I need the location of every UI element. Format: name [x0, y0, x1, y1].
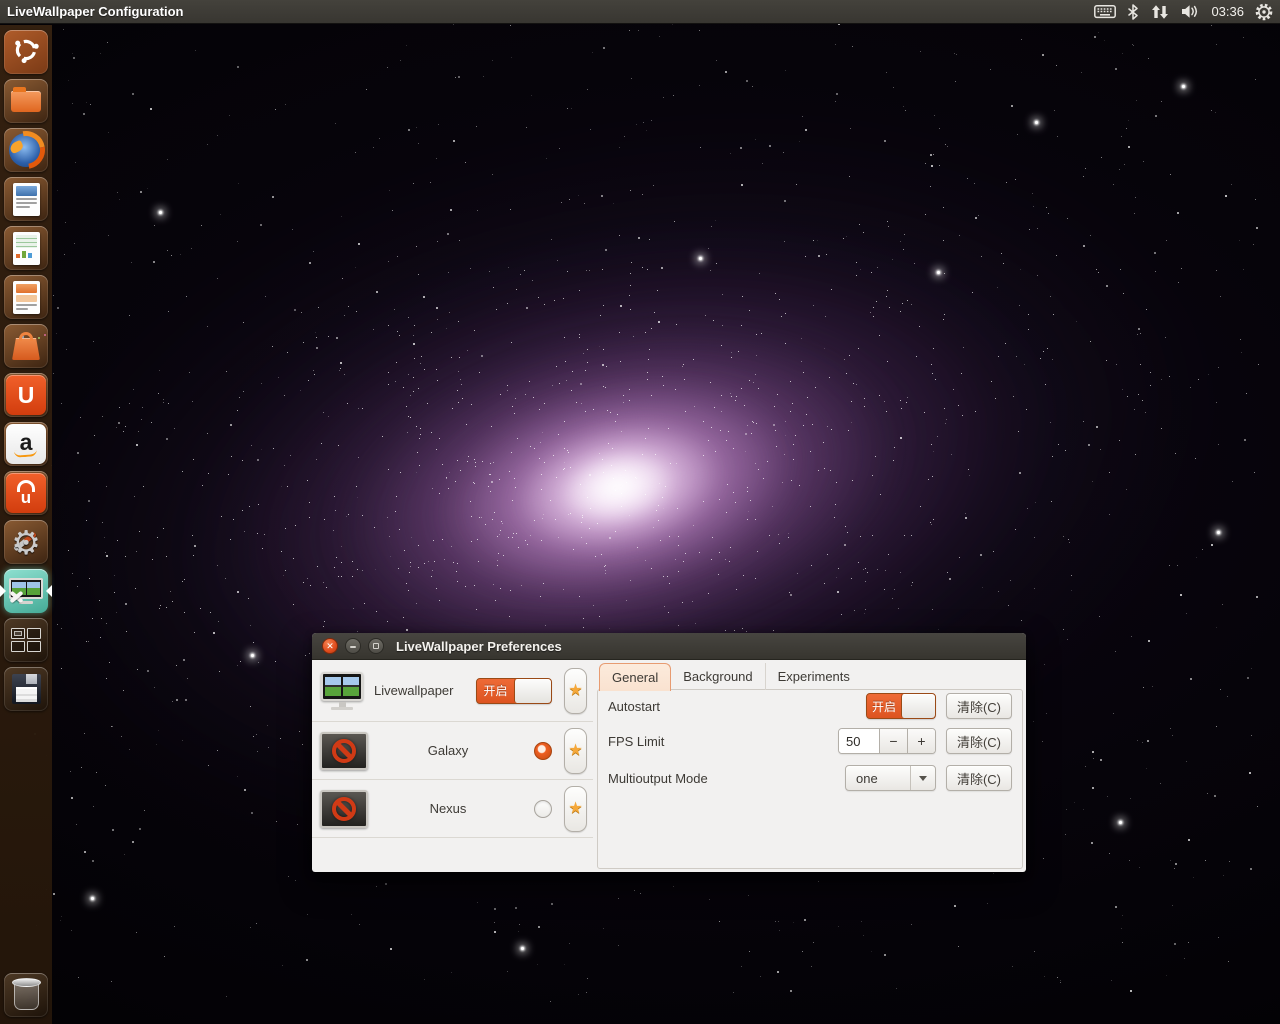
autostart-label: Autostart: [608, 693, 660, 719]
fps-limit-clear-button[interactable]: 清除(C): [946, 728, 1012, 754]
firefox-icon: [9, 133, 43, 167]
favorite-button[interactable]: [564, 786, 587, 832]
ubuntu-dash-icon: [11, 35, 41, 70]
trash-icon: [14, 981, 39, 1010]
clock[interactable]: 03:36: [1211, 4, 1244, 19]
tab-experiments[interactable]: Experiments: [765, 663, 862, 690]
launcher-item-livewallpaper[interactable]: [3, 568, 49, 614]
libreoffice-calc-icon: [13, 232, 40, 265]
unity-launcher: U a u ⚙: [0, 25, 52, 1024]
nexus-thumbnail-icon: [320, 790, 368, 828]
system-settings-gear-icon: ⚙: [11, 526, 41, 559]
plugin-label: Galaxy: [368, 743, 528, 758]
dropdown-value: one: [846, 771, 910, 786]
launcher-item-impress[interactable]: [3, 274, 49, 320]
plugin-label: Nexus: [368, 801, 528, 816]
list-row-livewallpaper[interactable]: Livewallpaper 开启: [312, 660, 593, 722]
autostart-clear-button[interactable]: 清除(C): [946, 693, 1012, 719]
livewallpaper-icon: [9, 578, 43, 604]
multioutput-mode-label: Multioutput Mode: [608, 765, 708, 791]
launcher-item-floppy-volume[interactable]: [3, 666, 49, 712]
list-row-nexus[interactable]: Nexus: [312, 780, 593, 838]
launcher-item-dash-home[interactable]: [3, 29, 49, 75]
files-icon: [11, 91, 41, 112]
multioutput-mode-dropdown[interactable]: one: [845, 765, 936, 791]
galaxy-thumbnail-icon: [320, 732, 368, 770]
minimize-button[interactable]: [345, 638, 361, 654]
spinner-plus-button[interactable]: +: [907, 729, 935, 753]
running-arrow-icon: [0, 585, 6, 597]
launcher-item-workspace-switcher[interactable]: [3, 617, 49, 663]
launcher-item-calc[interactable]: [3, 225, 49, 271]
libreoffice-writer-icon: [13, 183, 40, 216]
plugin-list: Livewallpaper 开启 Galaxy Nexus: [312, 660, 593, 872]
launcher-item-music-store[interactable]: u: [3, 470, 49, 516]
livewallpaper-preferences-window: LiveWallpaper Preferences Livewallpaper …: [312, 633, 1026, 872]
tab-general[interactable]: General: [599, 663, 671, 691]
launcher-item-firefox[interactable]: [3, 127, 49, 173]
autostart-toggle[interactable]: 开启: [866, 693, 936, 719]
launcher-item-ubuntu-one[interactable]: U: [3, 372, 49, 418]
floppy-volume-icon: [12, 674, 41, 704]
toggle-knob: [514, 679, 551, 703]
launcher-item-files[interactable]: [3, 78, 49, 124]
plugin-main-label: Livewallpaper: [374, 683, 454, 698]
galaxy-radio[interactable]: [534, 742, 552, 760]
libreoffice-impress-icon: [13, 281, 40, 314]
favorite-button[interactable]: [564, 668, 587, 714]
star-icon: [568, 743, 582, 759]
ubuntu-one-music-icon: u: [6, 473, 46, 513]
top-panel: LiveWallpaper Configuration 03:36: [0, 0, 1280, 24]
launcher-item-system-settings[interactable]: ⚙: [3, 519, 49, 565]
chevron-down-icon: [911, 771, 935, 785]
keyboard-icon[interactable]: [1094, 4, 1116, 19]
volume-icon[interactable]: [1181, 4, 1200, 19]
launcher-item-trash[interactable]: [3, 972, 49, 1018]
launcher-item-writer[interactable]: [3, 176, 49, 222]
launcher-item-software-center[interactable]: [3, 323, 49, 369]
tab-background[interactable]: Background: [671, 663, 764, 690]
livewallpaper-thumbnail-icon: [320, 671, 364, 711]
indicator-tray: 03:36: [1094, 3, 1273, 21]
software-center-icon: [12, 332, 40, 360]
livewallpaper-enable-toggle[interactable]: 开启: [476, 678, 552, 704]
dialog-titlebar[interactable]: LiveWallpaper Preferences: [312, 633, 1026, 660]
multioutput-clear-button[interactable]: 清除(C): [946, 765, 1012, 791]
close-button[interactable]: [322, 638, 338, 654]
bluetooth-icon[interactable]: [1127, 4, 1139, 20]
launcher-item-amazon[interactable]: a: [3, 421, 49, 467]
toggle-knob: [901, 694, 935, 718]
active-app-title: LiveWallpaper Configuration: [7, 4, 183, 19]
maximize-button[interactable]: [368, 638, 384, 654]
ubuntu-one-icon: U: [6, 375, 46, 415]
focused-arrow-icon: [46, 585, 52, 597]
network-arrows-icon[interactable]: [1150, 4, 1170, 20]
favorite-button[interactable]: [564, 728, 587, 774]
star-icon: [568, 683, 582, 699]
fps-limit-spinner: 50 − +: [838, 728, 936, 754]
fps-limit-value[interactable]: 50: [839, 729, 879, 753]
session-gear-icon[interactable]: [1255, 3, 1273, 21]
nexus-radio[interactable]: [534, 800, 552, 818]
workspace-switcher-icon: [11, 628, 41, 652]
fps-limit-label: FPS Limit: [608, 728, 664, 754]
amazon-icon: a: [6, 424, 46, 464]
tab-strip: General Background Experiments: [599, 663, 862, 690]
dialog-title: LiveWallpaper Preferences: [396, 639, 562, 654]
spinner-minus-button[interactable]: −: [879, 729, 907, 753]
star-icon: [568, 801, 582, 817]
list-row-galaxy[interactable]: Galaxy: [312, 722, 593, 780]
